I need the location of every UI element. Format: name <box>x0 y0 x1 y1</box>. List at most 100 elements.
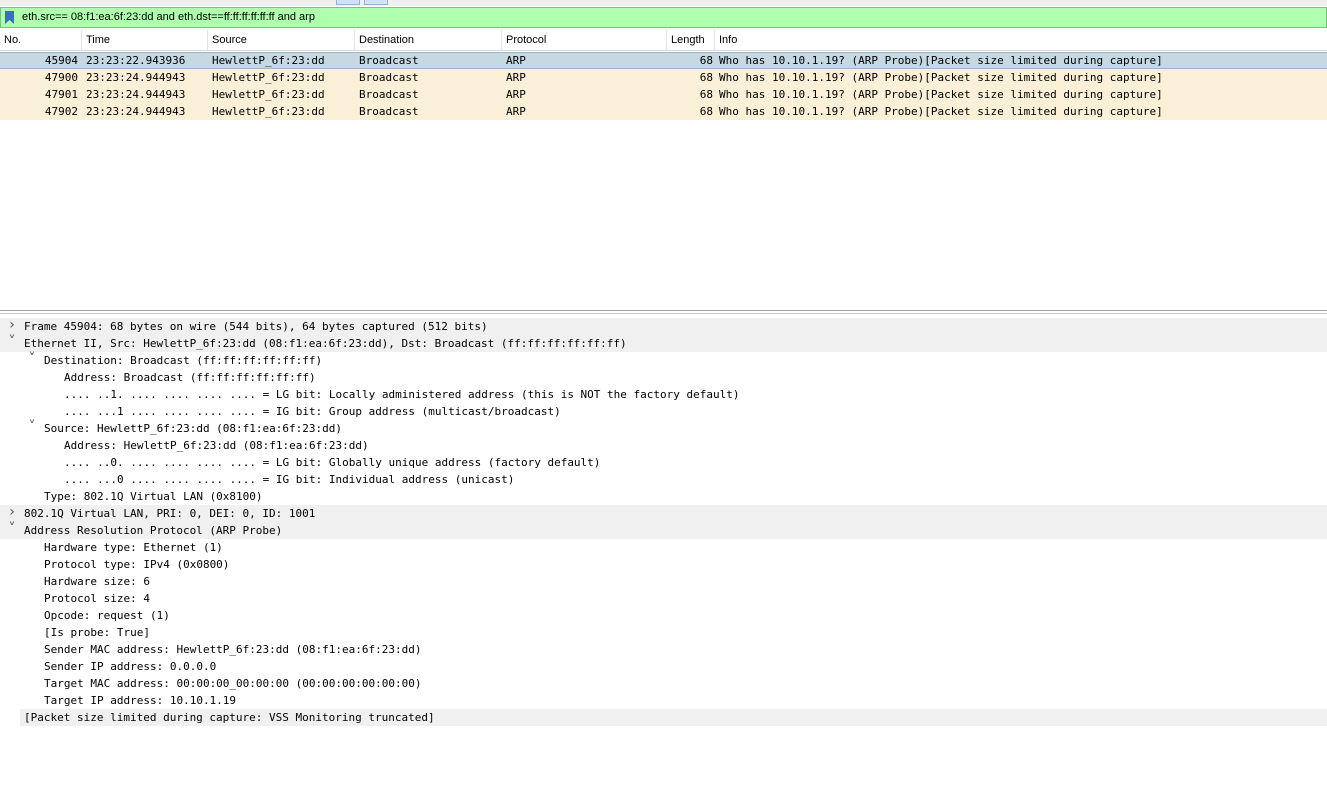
bookmark-icon[interactable] <box>5 11 14 24</box>
cell-destination: Broadcast <box>359 88 419 101</box>
tree-item[interactable]: › Frame 45904: 68 bytes on wire (544 bits… <box>0 318 1327 335</box>
tree-item[interactable]: Hardware size: 6 <box>0 573 1327 590</box>
tree-item[interactable]: Sender IP address: 0.0.0.0 <box>0 658 1327 675</box>
tree-item[interactable]: [Packet size limited during capture: VSS… <box>20 709 1327 726</box>
chevron-down-icon[interactable]: ˅ <box>7 335 17 352</box>
tree-item-label: [Is probe: True] <box>44 626 150 639</box>
cell-no: 47900 <box>44 71 78 84</box>
tree-item[interactable]: Opcode: request (1) <box>0 607 1327 624</box>
tree-item[interactable]: Type: 802.1Q Virtual LAN (0x8100) <box>0 488 1327 505</box>
tree-item-label: Hardware size: 6 <box>44 575 150 588</box>
packet-row[interactable]: 45904 23:23:22.943936 HewlettP_6f:23:dd Bro… <box>0 52 1327 69</box>
tree-item[interactable]: › 802.1Q Virtual LAN, PRI: 0, DEI: 0, ID:… <box>0 505 1327 522</box>
tree-item-label: .... ...1 .... .... .... .... = IG bit: … <box>64 405 561 418</box>
tree-item[interactable]: .... ...0 .... .... .... .... = IG bit: … <box>0 471 1327 488</box>
cell-length: 68 <box>699 71 713 84</box>
tree-item[interactable]: .... ...1 .... .... .... .... = IG bit: … <box>0 403 1327 420</box>
toolbar-strip <box>0 0 1327 6</box>
chevron-right-icon[interactable]: › <box>7 318 17 335</box>
tree-item[interactable]: [Is probe: True] <box>0 624 1327 641</box>
tree-item[interactable]: Target MAC address: 00:00:00_00:00:00 (0… <box>0 675 1327 692</box>
tree-item[interactable]: ˅ Source: HewlettP_6f:23:dd (08:f1:ea:6f:… <box>0 420 1327 437</box>
cell-time: 23:23:24.944943 <box>86 88 186 101</box>
tree-item-label: Address: HewlettP_6f:23:dd (08:f1:ea:6f:… <box>64 439 369 452</box>
tree-item-label: Sender MAC address: HewlettP_6f:23:dd (0… <box>44 643 422 656</box>
cell-source: HewlettP_6f:23:dd <box>212 88 325 101</box>
cell-protocol: ARP <box>506 88 526 101</box>
display-filter-bar[interactable]: eth.src== 08:f1:ea:6f:23:dd and eth.dst=… <box>0 7 1327 28</box>
packet-row[interactable]: 47902 23:23:24.944943 HewlettP_6f:23:dd Bro… <box>0 103 1327 120</box>
column-header-protocol[interactable]: Protocol <box>502 30 667 50</box>
packet-list[interactable]: No. Time Source Destination Protocol Len… <box>0 30 1327 311</box>
cell-length: 68 <box>699 105 713 118</box>
tree-item-label: Target IP address: 10.10.1.19 <box>44 694 237 707</box>
packet-row[interactable]: 47901 23:23:24.944943 HewlettP_6f:23:dd Bro… <box>0 86 1327 103</box>
chevron-down-icon[interactable]: ˅ <box>27 420 37 437</box>
tree-item-label: Ethernet II, Src: HewlettP_6f:23:dd (08:… <box>24 337 627 350</box>
column-header-no[interactable]: No. <box>0 30 82 50</box>
cell-info: Who has 10.10.1.19? (ARP Probe)[Packet s… <box>719 54 1163 67</box>
cell-time: 23:23:22.943936 <box>86 54 186 67</box>
packet-rows: 45904 23:23:22.943936 HewlettP_6f:23:dd Bro… <box>0 52 1327 120</box>
tree-item-label: Protocol size: 4 <box>44 592 150 605</box>
cell-protocol: ARP <box>506 71 526 84</box>
tree-item[interactable]: Sender MAC address: HewlettP_6f:23:dd (0… <box>0 641 1327 658</box>
display-filter-input[interactable]: eth.src== 08:f1:ea:6f:23:dd and eth.dst=… <box>22 9 1312 25</box>
cell-length: 68 <box>699 88 713 101</box>
cell-info: Who has 10.10.1.19? (ARP Probe)[Packet s… <box>719 71 1163 84</box>
tree-item-label: [Packet size limited during capture: VSS… <box>24 711 435 724</box>
tree-item-label: Destination: Broadcast (ff:ff:ff:ff:ff:f… <box>44 354 323 367</box>
tree-item[interactable]: Protocol type: IPv4 (0x0800) <box>0 556 1327 573</box>
tree-item[interactable]: ˅ Address Resolution Protocol (ARP Probe) <box>0 522 1327 539</box>
tree-item-label: Target MAC address: 00:00:00_00:00:00 (0… <box>44 677 422 690</box>
cell-protocol: ARP <box>506 105 526 118</box>
cell-info: Who has 10.10.1.19? (ARP Probe)[Packet s… <box>719 88 1163 101</box>
cell-no: 47901 <box>44 88 78 101</box>
tree-item[interactable]: ˅ Ethernet II, Src: HewlettP_6f:23:dd (08… <box>0 335 1327 352</box>
cell-info: Who has 10.10.1.19? (ARP Probe)[Packet s… <box>719 105 1163 118</box>
tree-item-label: Opcode: request (1) <box>44 609 170 622</box>
tree-item-label: Address: Broadcast (ff:ff:ff:ff:ff:ff) <box>64 371 316 384</box>
cell-destination: Broadcast <box>359 71 419 84</box>
cell-no: 47902 <box>44 105 78 118</box>
column-header-info[interactable]: Info <box>715 30 1327 50</box>
cell-time: 23:23:24.944943 <box>86 105 186 118</box>
tree-item-label: Source: HewlettP_6f:23:dd (08:f1:ea:6f:2… <box>44 422 343 435</box>
tree-item[interactable]: .... ..1. .... .... .... .... = LG bit: … <box>0 386 1327 403</box>
cell-no: 45904 <box>44 54 78 67</box>
cell-source: HewlettP_6f:23:dd <box>212 54 325 67</box>
tree-item-label: Address Resolution Protocol (ARP Probe) <box>24 524 283 537</box>
tree-item[interactable]: Target IP address: 10.10.1.19 <box>0 692 1327 709</box>
column-header-length[interactable]: Length <box>667 30 715 50</box>
tree-item[interactable]: ˅ Destination: Broadcast (ff:ff:ff:ff:ff:… <box>0 352 1327 369</box>
column-header-destination[interactable]: Destination <box>355 30 502 50</box>
tree-item[interactable]: Protocol size: 4 <box>0 590 1327 607</box>
tree-item-label: Hardware type: Ethernet (1) <box>44 541 223 554</box>
tree-item[interactable]: Address: HewlettP_6f:23:dd (08:f1:ea:6f:… <box>0 437 1327 454</box>
packet-details-tree[interactable]: › Frame 45904: 68 bytes on wire (544 bits… <box>0 318 1327 804</box>
cell-protocol: ARP <box>506 54 526 67</box>
column-header-time[interactable]: Time <box>82 30 208 50</box>
chevron-right-icon[interactable]: › <box>7 505 17 522</box>
cell-time: 23:23:24.944943 <box>86 71 186 84</box>
cell-length: 68 <box>699 54 713 67</box>
tree-item-label: .... ..1. .... .... .... .... = LG bit: … <box>64 388 740 401</box>
tree-item-label: .... ..0. .... .... .... .... = LG bit: … <box>64 456 601 469</box>
toolbar-button[interactable] <box>336 0 360 5</box>
tree-item[interactable]: Address: Broadcast (ff:ff:ff:ff:ff:ff) <box>0 369 1327 386</box>
column-header-source[interactable]: Source <box>208 30 355 50</box>
pane-splitter[interactable] <box>0 310 1327 311</box>
cell-destination: Broadcast <box>359 105 419 118</box>
tree-item[interactable]: Hardware type: Ethernet (1) <box>0 539 1327 556</box>
tree-item-label: 802.1Q Virtual LAN, PRI: 0, DEI: 0, ID: … <box>24 507 316 520</box>
toolbar-button[interactable] <box>364 0 388 5</box>
chevron-down-icon[interactable]: ˅ <box>27 352 37 369</box>
chevron-down-icon[interactable]: ˅ <box>7 522 17 539</box>
cell-source: HewlettP_6f:23:dd <box>212 105 325 118</box>
cell-source: HewlettP_6f:23:dd <box>212 71 325 84</box>
cell-destination: Broadcast <box>359 54 419 67</box>
packet-row[interactable]: 47900 23:23:24.944943 HewlettP_6f:23:dd Bro… <box>0 69 1327 86</box>
pane-splitter-line <box>0 313 1327 314</box>
tree-item[interactable]: .... ..0. .... .... .... .... = LG bit: … <box>0 454 1327 471</box>
packet-list-header: No. Time Source Destination Protocol Len… <box>0 30 1327 51</box>
